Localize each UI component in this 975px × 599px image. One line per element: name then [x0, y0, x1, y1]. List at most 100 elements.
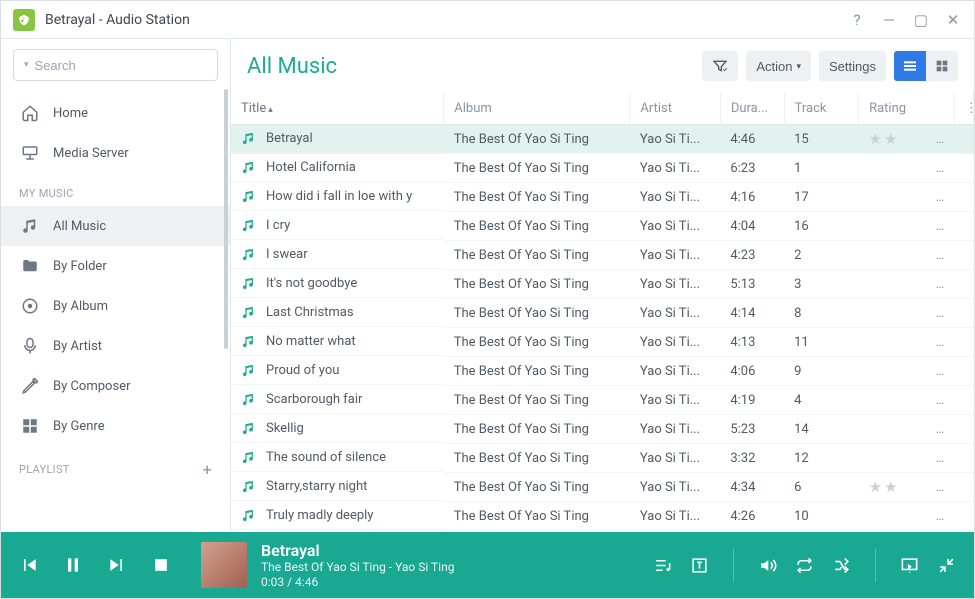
cell-rating: …: [859, 328, 955, 357]
table-row[interactable]: The sound of silenceThe Best Of Yao Si T…: [231, 444, 974, 473]
shuffle-button[interactable]: [832, 556, 851, 575]
cell-rating: …: [859, 212, 955, 241]
cell-rating: …: [859, 270, 955, 299]
music-note-icon: [241, 479, 256, 494]
nav-by-folder[interactable]: By Folder: [1, 246, 230, 286]
table-row[interactable]: Hotel CaliforniaThe Best Of Yao Si TingY…: [231, 154, 974, 183]
help-icon[interactable]: ?: [848, 11, 866, 29]
nav-all-music[interactable]: All Music: [1, 206, 230, 246]
row-more-button[interactable]: …: [936, 277, 945, 292]
row-more-button[interactable]: …: [936, 451, 945, 466]
sidebar: ▾ Home Media Server MY MUSIC All Music B…: [1, 39, 231, 532]
star-icon[interactable]: ★: [884, 478, 897, 496]
collapse-button[interactable]: [937, 556, 956, 575]
row-more-button[interactable]: …: [936, 509, 945, 524]
search-input[interactable]: [35, 58, 211, 73]
row-more-button[interactable]: …: [936, 132, 945, 147]
next-button[interactable]: [107, 555, 127, 575]
repeat-button[interactable]: [795, 556, 814, 575]
star-icon[interactable]: ★: [869, 130, 882, 148]
pause-button[interactable]: [63, 555, 83, 575]
row-more-button[interactable]: …: [936, 190, 945, 205]
col-rating[interactable]: Rating: [859, 93, 955, 125]
star-icon[interactable]: ★: [869, 478, 882, 496]
volume-button[interactable]: [758, 556, 777, 575]
album-art[interactable]: [201, 542, 247, 588]
cell-album: The Best Of Yao Si Ting: [444, 328, 630, 357]
row-more-button[interactable]: …: [936, 161, 945, 176]
maximize-icon[interactable]: ▢: [912, 11, 930, 29]
genre-icon: [21, 417, 39, 435]
app-window: Betrayal - Audio Station ? — ▢ ✕ ▾ Home …: [0, 0, 975, 599]
col-title[interactable]: Title▴: [231, 93, 444, 125]
search-box[interactable]: ▾: [13, 49, 218, 81]
add-playlist-button[interactable]: +: [203, 460, 212, 479]
star-icon[interactable]: ★: [884, 130, 897, 148]
table-row[interactable]: Scarborough fairThe Best Of Yao Si TingY…: [231, 386, 974, 415]
music-note-icon: [241, 160, 256, 175]
cell-spacer: [954, 183, 973, 212]
table-row[interactable]: It's not goodbyeThe Best Of Yao Si TingY…: [231, 270, 974, 299]
view-toggle: [894, 51, 958, 81]
table-row[interactable]: SkelligThe Best Of Yao Si TingYao Si Ti.…: [231, 415, 974, 444]
nav-home[interactable]: Home: [1, 93, 230, 133]
table-row[interactable]: Truly madly deeplyThe Best Of Yao Si Tin…: [231, 502, 974, 531]
row-more-button[interactable]: …: [936, 306, 945, 321]
col-duration[interactable]: Dura...: [720, 93, 784, 125]
track-table-wrap[interactable]: Title▴ Album Artist Dura... Track Rating…: [231, 93, 974, 532]
lyrics-button[interactable]: [690, 556, 709, 575]
table-row[interactable]: No matter whatThe Best Of Yao Si TingYao…: [231, 328, 974, 357]
row-more-button[interactable]: …: [936, 248, 945, 263]
view-list-button[interactable]: [894, 51, 926, 81]
stop-button[interactable]: [151, 555, 171, 575]
row-more-button[interactable]: …: [936, 219, 945, 234]
row-more-button[interactable]: …: [936, 480, 945, 495]
cell-artist: Yao Si Ti...: [630, 444, 720, 473]
cell-album: The Best Of Yao Si Ting: [444, 125, 630, 154]
table-row[interactable]: Starry,starry nightThe Best Of Yao Si Ti…: [231, 473, 974, 502]
search-dropdown-icon[interactable]: ▾: [24, 60, 29, 70]
col-track[interactable]: Track: [784, 93, 858, 125]
table-row[interactable]: I cryThe Best Of Yao Si TingYao Si Ti...…: [231, 212, 974, 241]
nav-by-composer[interactable]: By Composer: [1, 366, 230, 406]
separator: [733, 548, 734, 582]
table-row[interactable]: How did i fall in loe with yThe Best Of …: [231, 183, 974, 212]
col-menu-icon[interactable]: ⋮: [954, 93, 973, 125]
nav-label: By Album: [53, 299, 108, 314]
action-button[interactable]: Action ▾: [746, 51, 811, 81]
settings-button[interactable]: Settings: [819, 51, 886, 81]
row-more-button[interactable]: …: [936, 422, 945, 437]
cell-track: 17: [784, 183, 858, 212]
nav-by-genre[interactable]: By Genre: [1, 406, 230, 446]
filter-button[interactable]: [702, 51, 738, 81]
nav-media-server[interactable]: Media Server: [1, 133, 230, 173]
cell-duration: 6:23: [720, 154, 784, 183]
cell-spacer: [954, 328, 973, 357]
nav-by-album[interactable]: By Album: [1, 286, 230, 326]
cell-rating: …: [859, 386, 955, 415]
nav-by-artist[interactable]: By Artist: [1, 326, 230, 366]
close-icon[interactable]: ✕: [944, 11, 962, 29]
track-title: Skellig: [266, 421, 304, 436]
cast-button[interactable]: [900, 556, 919, 575]
col-artist[interactable]: Artist: [630, 93, 720, 125]
prev-button[interactable]: [19, 555, 39, 575]
row-more-button[interactable]: …: [936, 364, 945, 379]
track-title: I swear: [266, 247, 308, 262]
cell-album: The Best Of Yao Si Ting: [444, 270, 630, 299]
cell-artist: Yao Si Ti...: [630, 328, 720, 357]
table-row[interactable]: I swearThe Best Of Yao Si TingYao Si Ti.…: [231, 241, 974, 270]
queue-button[interactable]: [653, 556, 672, 575]
caret-down-icon: ▾: [796, 61, 801, 72]
minimize-icon[interactable]: —: [880, 11, 898, 29]
row-more-button[interactable]: …: [936, 393, 945, 408]
cell-duration: 4:23: [720, 241, 784, 270]
row-more-button[interactable]: …: [936, 335, 945, 350]
table-row[interactable]: Proud of youThe Best Of Yao Si TingYao S…: [231, 357, 974, 386]
cell-rating: …: [859, 444, 955, 473]
table-row[interactable]: BetrayalThe Best Of Yao Si TingYao Si Ti…: [231, 125, 974, 154]
col-album[interactable]: Album: [444, 93, 630, 125]
view-grid-button[interactable]: [926, 51, 958, 81]
table-row[interactable]: Last ChristmasThe Best Of Yao Si TingYao…: [231, 299, 974, 328]
player-bar: Betrayal The Best Of Yao Si Ting - Yao S…: [1, 532, 974, 598]
